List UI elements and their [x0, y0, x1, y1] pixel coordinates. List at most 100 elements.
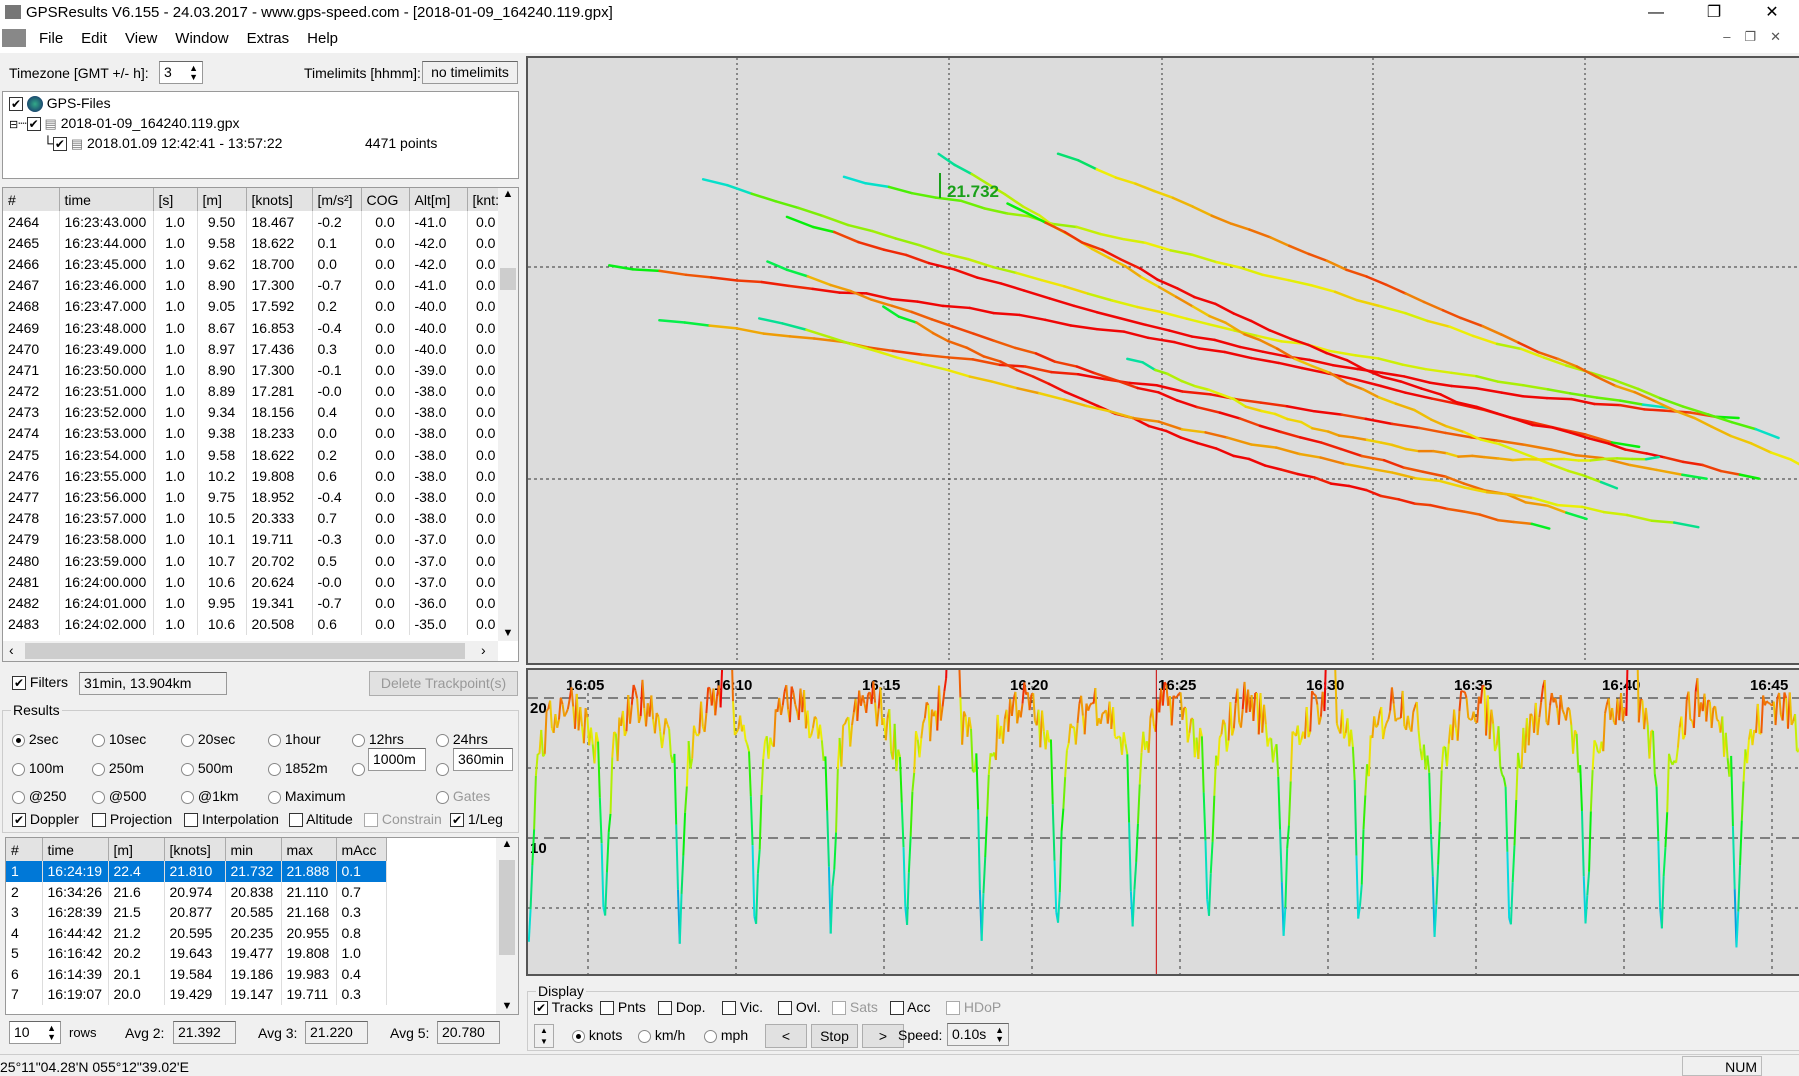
stop-button[interactable]: Stop — [811, 1024, 858, 1048]
result-option[interactable]: 100m — [12, 760, 64, 776]
column-header[interactable]: [m/s²] — [312, 188, 362, 211]
minimize-button[interactable]: — — [1633, 0, 1679, 25]
tree-file[interactable]: ⊟┈ ✔ ▤ 2018-01-09_164240.119.gpx — [9, 115, 240, 132]
unit-radio[interactable]: knots — [572, 1027, 622, 1043]
menu-file[interactable]: File — [30, 25, 72, 52]
table-row[interactable]: 2477 16:23:56.000 1.0 9.75 18.952 -0.4 0.0 -38.… — [3, 486, 505, 508]
result-option[interactable]: 20sec — [181, 731, 235, 747]
zoom-spinner[interactable]: ▲ ▼ — [534, 1024, 554, 1048]
result-row[interactable]: 2 16:34:26 21.6 20.974 20.838 21.110 0.7 — [6, 881, 387, 902]
option-checkbox[interactable]: Constrain — [364, 811, 442, 828]
result-option[interactable]: @500 — [92, 788, 146, 804]
table-row[interactable]: 2469 16:23:48.000 1.0 8.67 16.853 -0.4 0.0 -40.… — [3, 316, 505, 339]
rows-spinner[interactable]: 10 ▲ ▼ — [9, 1021, 61, 1044]
display-checkbox[interactable]: HDoP — [946, 999, 1001, 1016]
unit-radio[interactable]: mph — [704, 1027, 748, 1043]
result-row[interactable]: 5 16:16:42 20.2 19.643 19.477 19.808 1.0 — [6, 943, 387, 964]
timelimits-field[interactable]: no timelimits — [422, 61, 518, 84]
table-row[interactable]: 2466 16:23:45.000 1.0 9.62 18.700 0.0 0.0 -42.0… — [3, 253, 505, 275]
result-row[interactable]: 1 16:24:19 22.4 21.810 21.732 21.888 0.1 — [6, 861, 387, 882]
column-header[interactable]: [knots] — [246, 188, 313, 211]
display-checkbox[interactable]: Ovl. — [778, 999, 821, 1016]
scroll-thumb[interactable] — [500, 268, 516, 290]
menu-help[interactable]: Help — [298, 25, 347, 52]
result-option[interactable]: 2sec — [12, 731, 58, 747]
table-row[interactable]: 2479 16:23:58.000 1.0 10.1 19.711 -0.3 0.0 -37.… — [3, 528, 505, 550]
filters-checkbox[interactable]: ✔ Filters — [12, 674, 68, 691]
tree-segment[interactable]: └ ✔ ▤ 2018.01.09 12:42:41 - 13:57:22 — [43, 135, 282, 152]
table-row[interactable]: 2478 16:23:57.000 1.0 10.5 20.333 0.7 0.0 -38.0… — [3, 507, 505, 529]
speed-chart[interactable]: 16:0516:1016:1516:2016:2516:3016:3516:40… — [526, 668, 1799, 976]
prev-button[interactable]: < — [765, 1024, 807, 1048]
restore-button[interactable]: ❐ — [1691, 0, 1737, 25]
display-checkbox[interactable]: Acc — [890, 999, 930, 1016]
gates-option[interactable]: Gates — [436, 788, 490, 804]
display-checkbox[interactable]: ✔ Tracks — [534, 999, 593, 1016]
option-checkbox[interactable]: Projection — [92, 811, 172, 828]
column-header[interactable]: COG — [361, 188, 410, 211]
column-header[interactable]: min — [225, 838, 282, 861]
custom-time-field[interactable]: 360min — [453, 748, 513, 771]
custom-distance-field[interactable]: 1000m — [368, 748, 426, 771]
table-row[interactable]: 2480 16:23:59.000 1.0 10.7 20.702 0.5 0.0 -37.0… — [3, 550, 505, 572]
display-checkbox[interactable]: Sats — [832, 999, 878, 1016]
table-row[interactable]: 2473 16:23:52.000 1.0 9.34 18.156 0.4 0.0 -38.0… — [3, 401, 505, 423]
table-row[interactable]: 2481 16:24:00.000 1.0 10.6 20.624 -0.0 0.0 -37.… — [3, 571, 505, 593]
avg3-field[interactable]: 21.220 — [305, 1021, 368, 1044]
result-option[interactable]: Maximum — [268, 788, 346, 804]
result-row[interactable]: 7 16:19:07 20.0 19.429 19.147 19.711 0.3 — [6, 984, 387, 1005]
column-header[interactable]: Alt[m] — [409, 188, 468, 211]
result-option[interactable]: 250m — [92, 760, 144, 776]
mdi-controls[interactable]: –❐✕ — [1723, 29, 1795, 45]
table-row[interactable]: 2475 16:23:54.000 1.0 9.58 18.622 0.2 0.0 -38.0… — [3, 444, 505, 466]
display-checkbox[interactable]: Pnts — [600, 999, 646, 1016]
horizontal-scrollbar[interactable]: ‹ › — [3, 641, 498, 661]
tree-root[interactable]: ✔ GPS-Files — [9, 95, 111, 113]
track-map[interactable]: 21.732 — [526, 56, 1799, 665]
scroll-thumb[interactable] — [499, 860, 515, 955]
option-checkbox[interactable]: Altitude — [289, 811, 353, 828]
table-row[interactable]: 2468 16:23:47.000 1.0 9.05 17.592 0.2 0.0 -40.0… — [3, 295, 505, 317]
timezone-spinner[interactable]: 3 ▲ ▼ — [159, 61, 203, 84]
column-header[interactable]: [knots] — [164, 838, 226, 861]
avg2-field[interactable]: 21.392 — [173, 1021, 236, 1044]
column-header[interactable]: # — [6, 838, 43, 861]
table-row[interactable]: 2465 16:23:44.000 1.0 9.58 18.622 0.1 0.0 -42.0… — [3, 232, 505, 254]
results-scrollbar[interactable]: ▲ ▼ — [496, 838, 518, 1014]
menu-extras[interactable]: Extras — [238, 25, 299, 52]
table-row[interactable]: 2476 16:23:55.000 1.0 10.2 19.808 0.6 0.0 -38.0… — [3, 465, 505, 487]
column-header[interactable]: mAcc — [336, 838, 387, 861]
result-option[interactable]: 500m — [181, 760, 233, 776]
option-checkbox[interactable]: ✔ 1/Leg — [450, 811, 503, 828]
table-row[interactable]: 2464 16:23:43.000 1.0 9.50 18.467 -0.2 0.0 -41.… — [3, 211, 505, 233]
result-option[interactable]: 12hrs — [352, 731, 404, 747]
column-header[interactable]: time — [59, 188, 154, 211]
column-header[interactable]: [m] — [197, 188, 247, 211]
menu-edit[interactable]: Edit — [72, 25, 116, 52]
filters-field[interactable]: 31min, 13.904km — [79, 672, 227, 695]
menu-window[interactable]: Window — [166, 25, 237, 52]
table-row[interactable]: 2482 16:24:01.000 1.0 9.95 19.341 -0.7 0.0 -36.… — [3, 592, 505, 614]
display-checkbox[interactable]: Vic. — [722, 999, 763, 1016]
avg5-field[interactable]: 20.780 — [437, 1021, 500, 1044]
result-option[interactable]: 10sec — [92, 731, 146, 747]
column-header[interactable]: max — [281, 838, 337, 861]
menu-view[interactable]: View — [116, 25, 166, 52]
column-header[interactable]: [s] — [153, 188, 198, 211]
delete-trackpoints-button[interactable]: Delete Trackpoint(s) — [369, 671, 518, 696]
column-header[interactable]: # — [3, 188, 60, 211]
result-option[interactable] — [352, 760, 365, 776]
table-row[interactable]: 2483 16:24:02.000 1.0 10.6 20.508 0.6 0.0 -35.0… — [3, 613, 505, 635]
result-row[interactable]: 6 16:14:39 20.1 19.584 19.186 19.983 0.4 — [6, 963, 387, 984]
unit-radio[interactable]: km/h — [638, 1027, 685, 1043]
option-checkbox[interactable]: Interpolation — [184, 811, 279, 828]
column-header[interactable]: [m] — [108, 838, 165, 861]
table-row[interactable]: 2470 16:23:49.000 1.0 8.97 17.436 0.3 0.0 -40.0… — [3, 338, 505, 360]
close-button[interactable]: ✕ — [1749, 0, 1795, 25]
result-row[interactable]: 4 16:44:42 21.2 20.595 20.235 20.955 0.8 — [6, 922, 387, 943]
result-option[interactable]: 1852m — [268, 760, 328, 776]
table-row[interactable]: 2471 16:23:50.000 1.0 8.90 17.300 -0.1 0.0 -39.… — [3, 359, 505, 381]
column-header[interactable]: time — [42, 838, 109, 861]
table-row[interactable]: 2474 16:23:53.000 1.0 9.38 18.233 0.0 0.0 -38.0… — [3, 422, 505, 445]
table-row[interactable]: 2472 16:23:51.000 1.0 8.89 17.281 -0.0 0.0 -38.… — [3, 380, 505, 402]
